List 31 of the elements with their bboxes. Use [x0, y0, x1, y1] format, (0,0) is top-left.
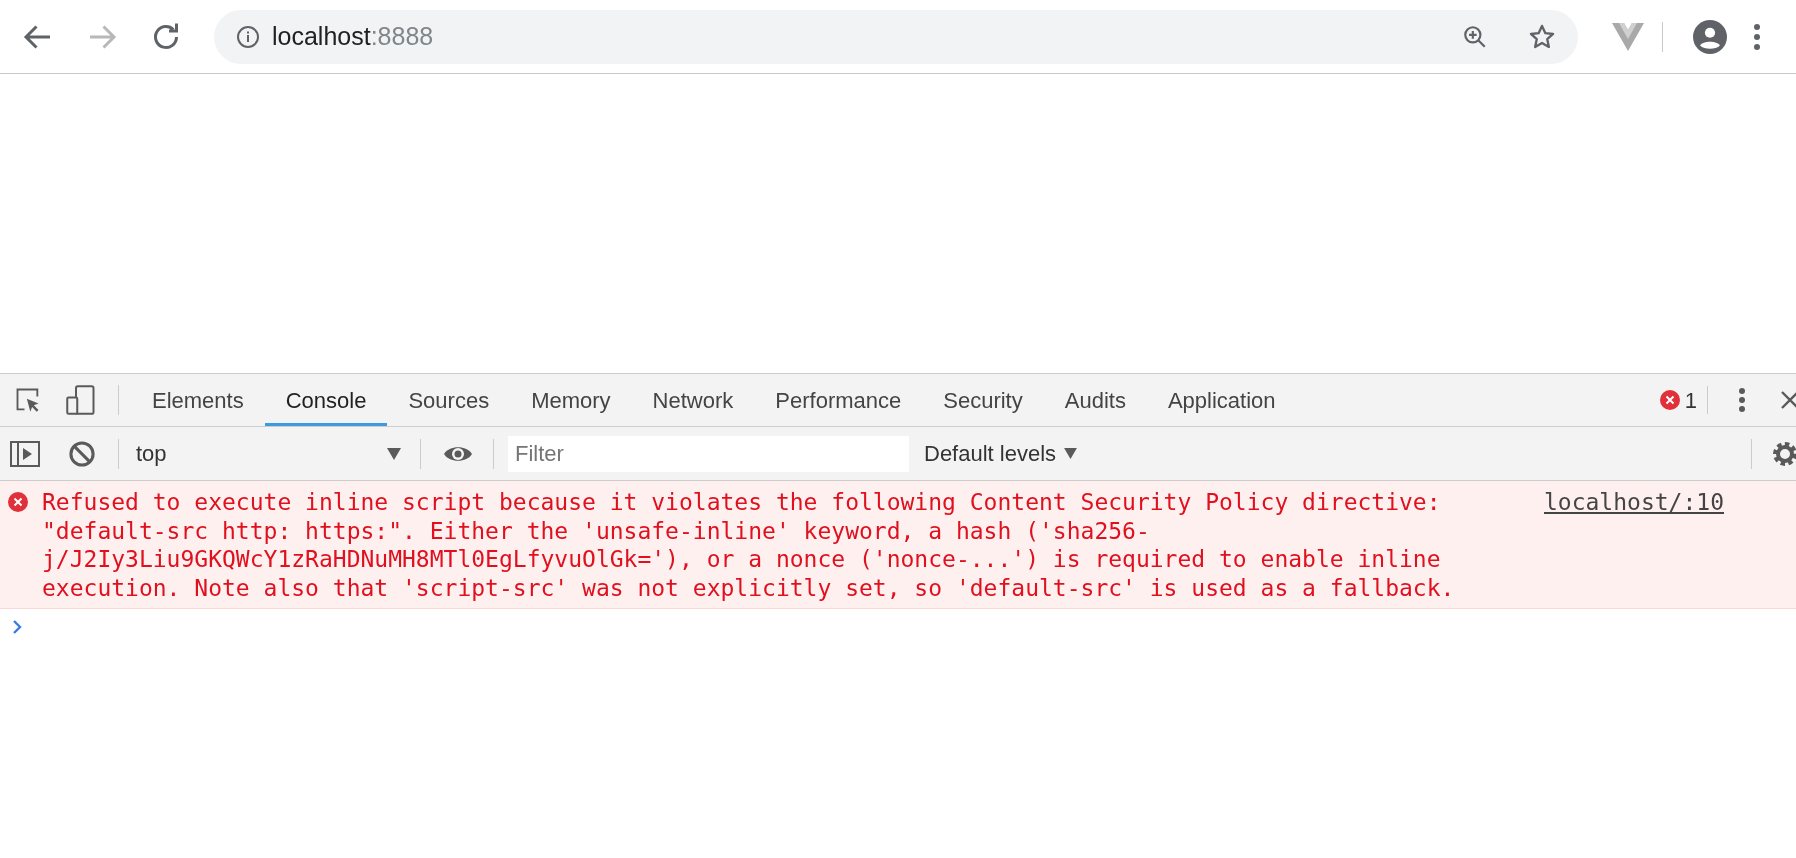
url-text: localhost:8888	[272, 20, 434, 52]
devtools-tab[interactable]: Elements	[131, 374, 265, 426]
source-link[interactable]: localhost/:10	[1544, 488, 1724, 517]
log-levels-dropdown[interactable]: Default levels	[924, 437, 1078, 470]
devtools-tab[interactable]: Memory	[510, 374, 632, 426]
device-icon[interactable]	[66, 385, 96, 415]
context-dropdown[interactable]: top	[136, 437, 401, 470]
message-text: Refused to execute inline script because it violates the following Content Security Policy directive: "default-src http: https:". Either the 'unsafe-inline' keyword, a hash ('sha256-j/J2Iy3Liu9GKQWcY1zRaHDNuMH8MTl0EgLfyvuOlGk='), or a nonce ('nonce-...') is required to enable inline execution. Note also that 'script-src' was not explicitly set, so 'default-src' is used as a fallback.	[42, 488, 1456, 602]
clear-console-icon[interactable]	[68, 439, 96, 468]
devtools-tab[interactable]: Application	[1146, 374, 1297, 426]
devtools-tab[interactable]: Security	[922, 374, 1044, 426]
error-icon	[1659, 390, 1680, 410]
dropdown-arrow-icon	[1064, 448, 1078, 459]
devtools-tab[interactable]: Network	[631, 374, 755, 426]
menu-icon[interactable]	[1753, 22, 1761, 51]
devtools-tab[interactable]: Performance	[754, 374, 923, 426]
filter-field[interactable]: Filter	[508, 435, 909, 472]
profile-icon[interactable]	[1693, 19, 1727, 54]
error-icon	[8, 492, 28, 512]
zoom-icon[interactable]	[1462, 23, 1488, 50]
devtools-tab[interactable]: Sources	[387, 374, 511, 426]
devtools-tab[interactable]: Audits	[1043, 374, 1147, 426]
more-options-icon[interactable]	[1738, 387, 1746, 413]
close-icon[interactable]	[1780, 390, 1796, 410]
dropdown-arrow-icon	[387, 447, 401, 460]
info-icon[interactable]	[236, 24, 260, 49]
error-count[interactable]: 1	[1684, 383, 1697, 417]
sidebar-toggle-icon[interactable]	[10, 440, 40, 467]
address-bar[interactable]: localhost:8888	[214, 9, 1578, 64]
star-icon[interactable]	[1528, 22, 1556, 51]
prompt-chevron-icon	[12, 620, 22, 634]
